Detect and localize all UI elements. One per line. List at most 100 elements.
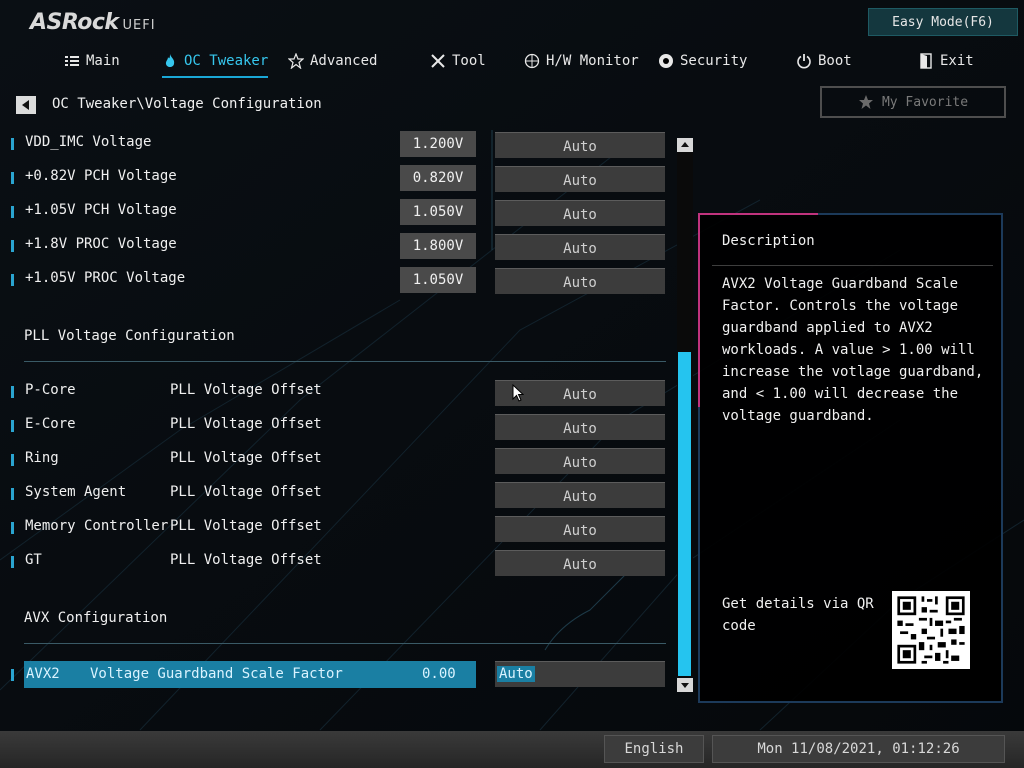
section-divider [24, 643, 666, 644]
row-sublabel: PLL Voltage Offset [170, 552, 322, 568]
description-title: Description [722, 233, 815, 249]
scroll-down-button[interactable] [677, 678, 693, 692]
tools-icon [431, 54, 445, 68]
back-button[interactable] [16, 96, 36, 114]
section-divider [24, 361, 666, 362]
tab-exit[interactable]: Exit [918, 50, 974, 72]
pll-setting-select[interactable]: Auto [495, 414, 665, 440]
row-sublabel: PLL Voltage Offset [170, 484, 322, 500]
tab-label: Main [86, 53, 120, 69]
scroll-up-button[interactable] [677, 138, 693, 152]
pll-setting-select[interactable]: Auto [495, 550, 665, 576]
pll-row[interactable]: GT PLL Voltage Offset [0, 548, 480, 576]
voltage-value: 1.050V [400, 267, 476, 293]
section-title-avx: AVX Configuration [24, 610, 168, 626]
voltage-setting-select[interactable]: Auto [495, 268, 665, 294]
tab-hw-monitor[interactable]: H/W Monitor [524, 50, 639, 72]
row-sublabel: PLL Voltage Offset [170, 382, 322, 398]
tab-label: Advanced [310, 53, 378, 69]
pll-setting-select[interactable]: Auto [495, 516, 665, 542]
row-marker [11, 274, 14, 286]
tab-label: Security [680, 53, 748, 69]
tab-tool[interactable]: Tool [430, 50, 486, 72]
voltage-setting-select[interactable]: Auto [495, 132, 665, 158]
shield-icon [659, 54, 673, 68]
row-marker [11, 386, 14, 398]
tab-label: Tool [452, 53, 486, 69]
section-title-pll: PLL Voltage Configuration [24, 328, 235, 344]
description-divider [712, 265, 993, 266]
tab-main[interactable]: Main [64, 50, 120, 72]
monitor-icon [524, 53, 540, 69]
row-sublabel: PLL Voltage Offset [170, 416, 322, 432]
tab-boot[interactable]: Boot [796, 50, 852, 72]
voltage-value: 1.800V [400, 233, 476, 259]
row-label: +0.82V PCH Voltage [25, 168, 177, 184]
scrollbar-thumb[interactable] [678, 352, 691, 676]
row-marker [11, 420, 14, 432]
tab-label: Boot [818, 53, 852, 69]
row-marker [11, 172, 14, 184]
avx2-setting-select[interactable]: Auto [495, 661, 665, 687]
qr-caption: Get details via QR code [722, 596, 874, 634]
row-marker [11, 454, 14, 466]
row-label: P-Core [25, 382, 76, 398]
qr-code-icon [892, 591, 970, 669]
tab-label: H/W Monitor [546, 53, 639, 69]
voltage-value: 0.820V [400, 165, 476, 191]
language-select[interactable]: English [604, 735, 704, 763]
tab-label: OC Tweaker [184, 53, 269, 69]
tab-advanced[interactable]: Advanced [288, 50, 377, 72]
row-label: +1.8V PROC Voltage [25, 236, 177, 252]
row-marker [11, 669, 14, 681]
row-marker [11, 138, 14, 150]
logo-text: ASRock [30, 10, 119, 35]
row-label: E-Core [25, 416, 76, 432]
star-icon [288, 53, 304, 69]
select-value: Auto [497, 666, 535, 682]
row-sublabel: PLL Voltage Offset [170, 450, 322, 466]
pll-row[interactable]: Ring PLL Voltage Offset [0, 446, 480, 474]
voltage-setting-select[interactable]: Auto [495, 200, 665, 226]
voltage-value: 1.200V [400, 131, 476, 157]
row-label: VDD_IMC Voltage [25, 134, 152, 150]
pll-row[interactable]: Memory Controller PLL Voltage Offset [0, 514, 480, 542]
row-label: AVX2 [26, 666, 60, 682]
breadcrumb: OC Tweaker\Voltage Configuration [52, 96, 322, 112]
datetime-display: Mon 11/08/2021, 01:12:26 [712, 735, 1005, 763]
row-marker [11, 206, 14, 218]
asrock-logo: ASRock UEFI [30, 10, 156, 35]
row-sublabel: PLL Voltage Offset [170, 518, 322, 534]
flame-icon [165, 54, 175, 67]
row-marker [11, 556, 14, 568]
voltage-setting-select[interactable]: Auto [495, 234, 665, 260]
row-marker [11, 488, 14, 500]
tab-security[interactable]: Security [658, 50, 747, 72]
pll-row[interactable]: P-Core PLL Voltage Offset [0, 378, 480, 406]
row-label: System Agent [25, 484, 127, 500]
description-text: AVX2 Voltage Guardband Scale Factor. Con… [722, 276, 984, 424]
exit-door-icon [920, 53, 932, 69]
row-label: Memory Controller [25, 518, 169, 534]
row-marker [11, 522, 14, 534]
tab-label: Exit [940, 53, 974, 69]
avx2-guardband-row-selected[interactable]: AVX2 Voltage Guardband Scale Factor 0.00 [24, 661, 476, 688]
tab-oc-tweaker[interactable]: OC Tweaker [162, 50, 269, 78]
row-label: +1.05V PCH Voltage [25, 202, 177, 218]
row-label: GT [25, 552, 42, 568]
voltage-setting-select[interactable]: Auto [495, 166, 665, 192]
row-marker [11, 240, 14, 252]
pll-row[interactable]: System Agent PLL Voltage Offset [0, 480, 480, 508]
star-icon [858, 95, 873, 109]
row-label: +1.05V PROC Voltage [25, 270, 186, 286]
voltage-value: 1.050V [400, 199, 476, 225]
my-favorite-button[interactable]: My Favorite [820, 86, 1006, 118]
mouse-cursor-icon [512, 384, 524, 402]
pll-setting-select[interactable]: Auto [495, 482, 665, 508]
pll-setting-select[interactable]: Auto [495, 448, 665, 474]
list-icon [65, 56, 79, 66]
row-label: Ring [25, 450, 59, 466]
power-icon [797, 54, 811, 69]
pll-row[interactable]: E-Core PLL Voltage Offset [0, 412, 480, 440]
easy-mode-button[interactable]: Easy Mode(F6) [868, 8, 1018, 36]
